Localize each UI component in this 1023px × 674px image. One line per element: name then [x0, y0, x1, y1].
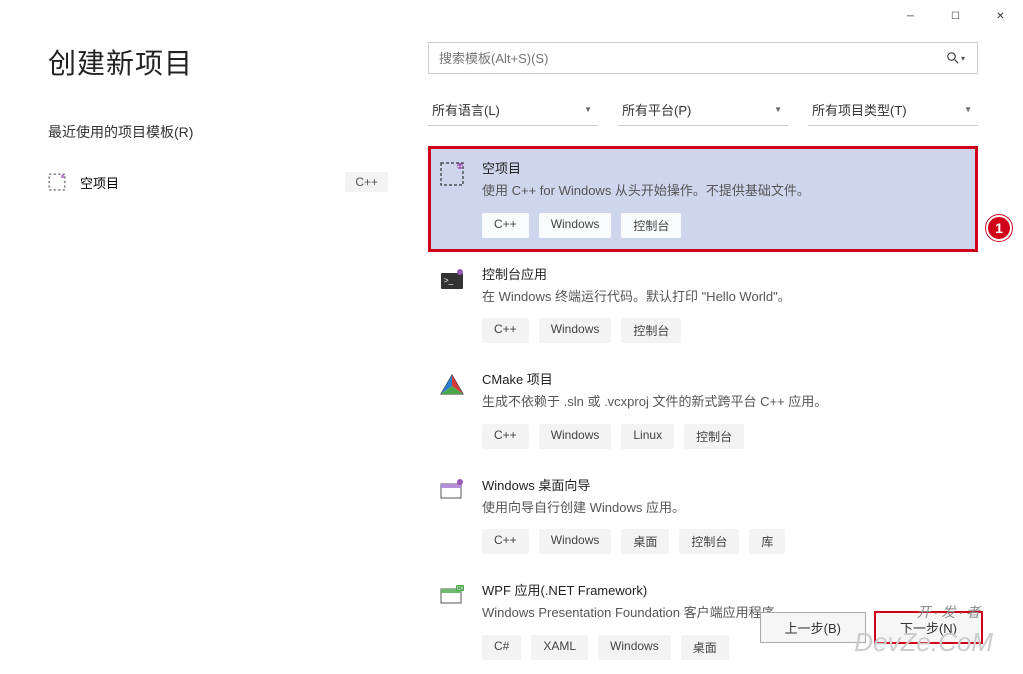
recent-template-item[interactable]: 空项目 C++ [48, 172, 388, 192]
search-box[interactable]: ▾ [428, 42, 978, 74]
tag: Linux [621, 424, 674, 449]
tag: Windows [539, 529, 612, 554]
maximize-button[interactable]: ☐ [933, 1, 978, 31]
template-desc: 使用向导自行创建 Windows 应用。 [482, 498, 964, 518]
cmake-icon [438, 371, 466, 399]
desktop-wizard-icon [438, 477, 466, 505]
empty-project-icon [48, 173, 66, 191]
annotation-callout: 1 [986, 215, 1012, 241]
template-title: Windows 桌面向导 [482, 475, 964, 494]
filter-platform[interactable]: 所有平台(P)▼ [618, 96, 788, 126]
template-desc: 使用 C++ for Windows 从头开始操作。不提供基础文件。 [482, 181, 964, 201]
footer-buttons: 上一步(B) 下一步(N) [760, 611, 983, 644]
recent-heading: 最近使用的项目模板(R) [48, 122, 388, 142]
right-panel: ▾ 所有语言(L)▼ 所有平台(P)▼ 所有项目类型(T)▼ ++ 空项目 使用… [428, 42, 978, 674]
template-tags: C++ Windows 控制台 [482, 213, 964, 238]
template-item-cmake[interactable]: CMake 项目 生成不依赖于 .sln 或 .vcxproj 文件的新式跨平台… [428, 357, 978, 463]
svg-text:++: ++ [457, 164, 463, 170]
page-title: 创建新项目 [48, 42, 388, 82]
minimize-button[interactable]: ─ [888, 1, 933, 31]
template-item-console[interactable]: >_ 控制台应用 在 Windows 终端运行代码。默认打印 "Hello Wo… [428, 252, 978, 358]
close-button[interactable]: ✕ [978, 1, 1023, 31]
filter-project-type[interactable]: 所有项目类型(T)▼ [808, 96, 978, 126]
tag: 桌面 [681, 635, 729, 660]
template-item-empty[interactable]: ++ 空项目 使用 C++ for Windows 从头开始操作。不提供基础文件… [428, 146, 978, 252]
tag: 控制台 [621, 318, 681, 343]
tag: 桌面 [621, 529, 669, 554]
template-title: CMake 项目 [482, 369, 964, 388]
tag: 库 [749, 529, 785, 554]
template-tags: C++ Windows Linux 控制台 [482, 424, 964, 449]
tag: C++ [482, 318, 529, 343]
tag: Windows [539, 424, 612, 449]
template-item-desktop-wizard[interactable]: Windows 桌面向导 使用向导自行创建 Windows 应用。 C++ Wi… [428, 463, 978, 569]
template-tags: C++ Windows 控制台 [482, 318, 964, 343]
tag: Windows [539, 213, 612, 238]
tag: 控制台 [621, 213, 681, 238]
titlebar: ─ ☐ ✕ [0, 0, 1023, 32]
tag: XAML [531, 635, 588, 660]
search-icon [947, 52, 959, 64]
template-title: WPF 应用(.NET Framework) [482, 580, 964, 599]
template-title: 空项目 [482, 158, 964, 177]
back-button[interactable]: 上一步(B) [760, 612, 866, 643]
recent-item-tag: C++ [345, 172, 388, 192]
tag: Windows [539, 318, 612, 343]
empty-project-icon: ++ [438, 160, 466, 188]
tag: C# [482, 635, 521, 660]
filter-language[interactable]: 所有语言(L)▼ [428, 96, 598, 126]
wpf-icon: C# [438, 582, 466, 610]
left-panel: 创建新项目 最近使用的项目模板(R) 空项目 C++ [48, 42, 388, 674]
template-list: ++ 空项目 使用 C++ for Windows 从头开始操作。不提供基础文件… [428, 146, 978, 674]
filter-row: 所有语言(L)▼ 所有平台(P)▼ 所有项目类型(T)▼ [428, 96, 978, 126]
template-tags: C++ Windows 桌面 控制台 库 [482, 529, 964, 554]
search-button[interactable]: ▾ [934, 43, 977, 73]
template-desc: 生成不依赖于 .sln 或 .vcxproj 文件的新式跨平台 C++ 应用。 [482, 392, 964, 412]
tag: C++ [482, 424, 529, 449]
search-input[interactable] [429, 51, 934, 66]
main-content: 创建新项目 最近使用的项目模板(R) 空项目 C++ ▾ 所有语言(L)▼ 所有… [0, 32, 1023, 674]
svg-text:>_: >_ [444, 276, 454, 285]
svg-text:C#: C# [457, 586, 464, 592]
console-app-icon: >_ [438, 266, 466, 294]
tag: 控制台 [684, 424, 744, 449]
template-desc: 在 Windows 终端运行代码。默认打印 "Hello World"。 [482, 287, 964, 307]
next-button[interactable]: 下一步(N) [874, 611, 983, 644]
template-title: 控制台应用 [482, 264, 964, 283]
tag: C++ [482, 529, 529, 554]
recent-item-label: 空项目 [80, 173, 331, 192]
tag: Windows [598, 635, 671, 660]
chevron-down-icon: ▼ [584, 105, 592, 114]
tag: C++ [482, 213, 529, 238]
tag: 控制台 [679, 529, 739, 554]
chevron-down-icon: ▼ [774, 105, 782, 114]
chevron-down-icon: ▼ [964, 105, 972, 114]
